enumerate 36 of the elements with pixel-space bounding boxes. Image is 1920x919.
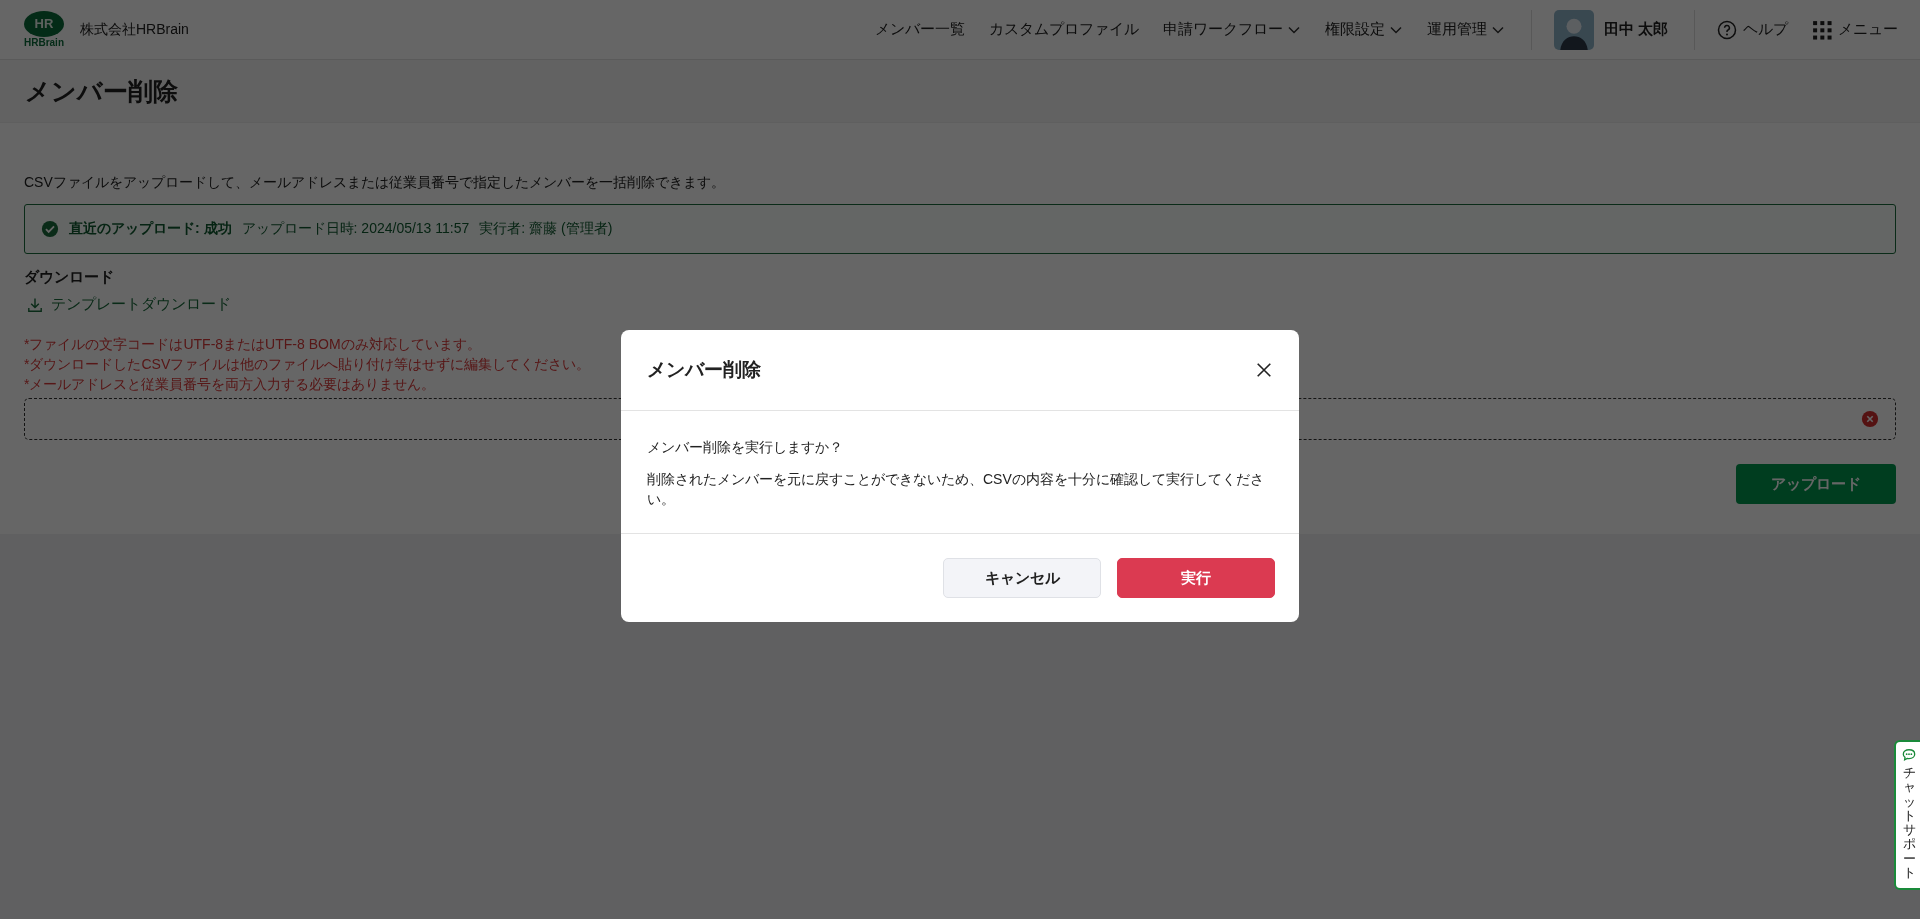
menu-button[interactable]: メニュー (1812, 19, 1898, 40)
status-label: 直近のアップロード: 成功 (69, 220, 232, 238)
nav-link[interactable]: 申請ワークフロー (1162, 20, 1301, 39)
template-download-link[interactable]: テンプレートダウンロード (27, 295, 231, 314)
section-heading: ダウンロード (24, 268, 115, 287)
nav-link[interactable]: 運用管理 (1426, 20, 1505, 39)
help-link[interactable]: ヘルプ (1717, 19, 1788, 40)
nav-link[interactable]: 権限設定 (1324, 20, 1403, 39)
note-text: *ダウンロードしたCSVファイルは他のファイルへ貼り付け等はせずに編集してください。 (24, 355, 591, 374)
download-icon (27, 296, 43, 313)
user-menu[interactable]: 田中 太郎 (1553, 9, 1668, 50)
upload-button[interactable]: アップロード (1736, 464, 1896, 504)
dialog-warning: 削除されたメンバーを元に戻すことができないため、CSVの内容を十分に確認して実行してください。 (647, 470, 1265, 509)
description-text: CSVファイルをアップロードして、メールアドレスまたは従業員番号で指定したメンバーを一括削除できます。 (24, 174, 726, 192)
dialog-message: メンバー削除を実行しますか？ (647, 438, 844, 457)
execute-button[interactable]: 実行 (1117, 558, 1275, 598)
note-text: *ファイルの文字コードはUTF-8またはUTF-8 BOMのみ対応しています。 (24, 335, 481, 354)
nav-link[interactable]: カスタムプロファイル (988, 20, 1139, 39)
avatar (1553, 9, 1594, 50)
help-icon (1717, 19, 1737, 40)
clear-icon[interactable] (1861, 410, 1879, 428)
grid-menu-icon (1812, 19, 1832, 40)
cancel-button[interactable]: キャンセル (943, 558, 1101, 598)
logo-text: HRBrain (24, 36, 64, 49)
chat-support-tab[interactable]: チャットサポート (1894, 740, 1920, 891)
dialog-title: メンバー削除 (647, 358, 761, 382)
upload-date: アップロード日時: 2024/05/13 11:57 (241, 220, 470, 238)
chat-bubble-icon (1902, 748, 1916, 762)
upload-actor: 実行者: 齋藤 (管理者) (479, 220, 613, 238)
note-text: *メールアドレスと従業員番号を両方入力する必要はありません。 (24, 375, 436, 394)
nav-link[interactable]: メンバー一覧 (874, 20, 965, 39)
company-name: 株式会社HRBrain (80, 20, 189, 39)
logo[interactable]: HR HRBrain (22, 10, 66, 49)
logo-mark: HR (24, 10, 64, 37)
page-title: メンバー削除 (25, 75, 178, 107)
close-icon[interactable] (1255, 361, 1273, 379)
